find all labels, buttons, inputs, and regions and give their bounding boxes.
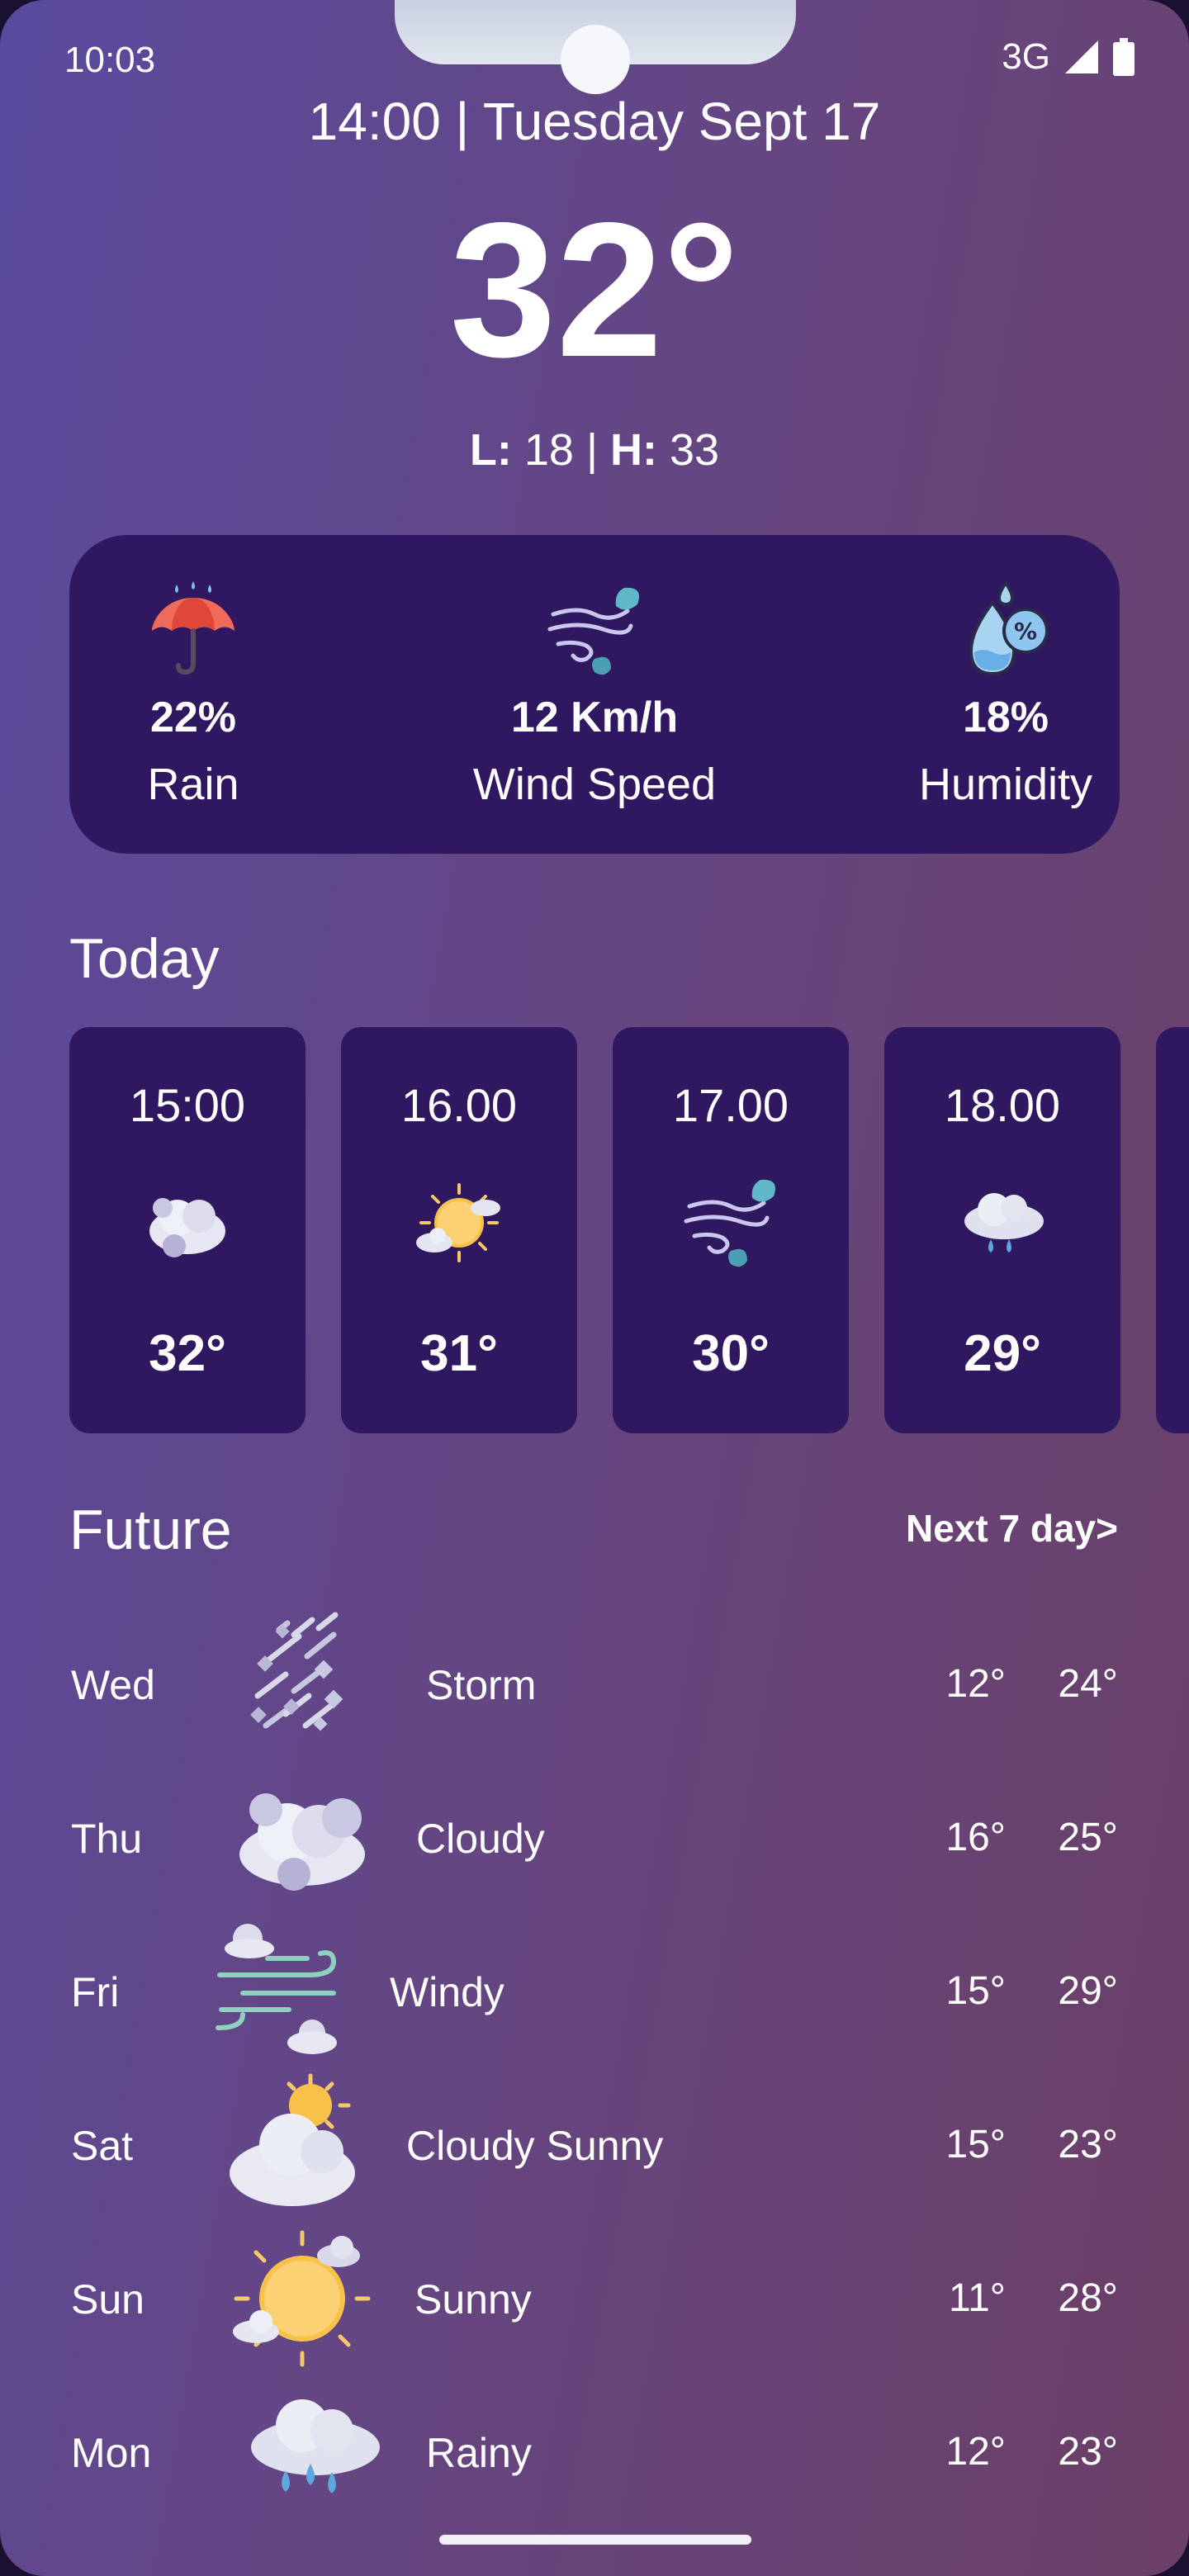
- hour-card[interactable]: 16.00 31°: [341, 1027, 577, 1433]
- rain-label: Rain: [147, 760, 239, 809]
- forecast-row[interactable]: Thu Cloudy 16° 25°: [0, 1764, 1189, 1912]
- hour-temp: 32°: [149, 1325, 226, 1382]
- home-indicator[interactable]: [439, 2535, 751, 2545]
- current-temperature: 32°: [449, 183, 740, 397]
- forecast-high: 24°: [1058, 1662, 1118, 1706]
- sunny-cloud-icon: [416, 1183, 500, 1262]
- rain-cloud-icon: [964, 1193, 1044, 1252]
- high-label: H:: [610, 425, 657, 475]
- forecast-day: Mon: [71, 2430, 152, 2476]
- forecast-low: 12°: [945, 2430, 1006, 2474]
- storm-icon: [250, 1612, 343, 1731]
- hour-card[interactable]: 17.00 30°: [613, 1027, 849, 1433]
- stat-rain: 22% Rain: [45, 535, 342, 810]
- sunny-icon: [233, 2230, 371, 2367]
- forecast-high: 23°: [1058, 2430, 1118, 2474]
- forecast-low: 11°: [948, 2276, 1006, 2320]
- forecast-low: 16°: [945, 1816, 1006, 1859]
- forecast-row[interactable]: Fri Windy 15° 29°: [0, 1917, 1189, 2066]
- status-right: 3G: [1002, 36, 1135, 78]
- forecast-condition: Cloudy Sunny: [406, 2123, 664, 2169]
- forecast-day: Wed: [71, 1662, 155, 1708]
- hour-card[interactable]: 18.00 29°: [884, 1027, 1120, 1433]
- hour-card[interactable]: 15:00 32°: [69, 1027, 306, 1433]
- hour-temp: 30°: [692, 1325, 770, 1382]
- forecast-high: 23°: [1058, 2123, 1118, 2166]
- forecast-day: Fri: [71, 1969, 120, 2015]
- low-label: L:: [469, 425, 512, 475]
- forecast-high: 28°: [1058, 2276, 1118, 2320]
- separator: |: [585, 425, 598, 475]
- hour-temp: 31°: [420, 1325, 498, 1382]
- humidity-value: 18%: [962, 694, 1049, 741]
- low-high: L: 18 | H: 33: [0, 424, 1189, 476]
- next-7-days-link[interactable]: Next 7 day>: [906, 1506, 1118, 1551]
- hour-time: 16.00: [400, 1079, 518, 1131]
- rainy-icon: [251, 2399, 380, 2493]
- status-time: 10:03: [64, 40, 156, 80]
- wind-value: 12 Km/h: [510, 694, 679, 741]
- forecast-row[interactable]: Sat Cloudy Sunny 15° 23°: [0, 2071, 1189, 2219]
- humidity-label: Humidity: [918, 760, 1093, 809]
- hour-time: 15:00: [129, 1079, 246, 1131]
- hour-card-partial[interactable]: [1156, 1027, 1189, 1433]
- wind-label: Wind Speed: [472, 760, 717, 809]
- wind-icon: [684, 1179, 775, 1267]
- hour-time: 18.00: [944, 1079, 1061, 1131]
- stats-card: 22% Rain 12 Km/h Wind Speed % 18% Humidi…: [69, 535, 1120, 854]
- future-title: Future: [69, 1499, 232, 1561]
- forecast-day: Thu: [71, 1816, 143, 1862]
- forecast-low: 15°: [945, 1969, 1006, 2013]
- humidity-icon: %: [969, 580, 1049, 676]
- wind-icon: [547, 587, 639, 675]
- forecast-condition: Cloudy: [416, 1816, 545, 1862]
- forecast-low: 15°: [945, 2123, 1006, 2166]
- cloudy-icon: [149, 1198, 225, 1257]
- forecast-row[interactable]: Mon Rainy 12° 23°: [0, 2378, 1189, 2526]
- forecast-condition: Storm: [426, 1662, 537, 1708]
- forecast-condition: Rainy: [426, 2430, 532, 2476]
- hour-temp: 29°: [964, 1325, 1041, 1382]
- forecast-low: 12°: [945, 1662, 1006, 1706]
- date-time: 14:00 | Tuesday Sept 17: [308, 92, 881, 151]
- forecast-condition: Windy: [390, 1969, 504, 2015]
- cloudy-icon: [239, 1793, 365, 1891]
- rain-value: 22%: [149, 694, 237, 741]
- windy-icon: [216, 1924, 337, 2054]
- battery-icon: [1113, 38, 1135, 76]
- hour-time: 17.00: [672, 1079, 789, 1131]
- high-value: 33: [670, 425, 720, 475]
- weather-screen: 10:03 3G 14:00 | Tuesday Sept 17 32° L: …: [0, 0, 1189, 2576]
- umbrella-icon: [152, 581, 234, 675]
- forecast-row[interactable]: Wed Storm 12° 24°: [0, 1610, 1189, 1759]
- low-value: 18: [523, 425, 574, 475]
- signal-icon: [1065, 40, 1098, 73]
- forecast-row[interactable]: Sun Sunny 11° 28°: [0, 2224, 1189, 2373]
- forecast-condition: Sunny: [414, 2276, 532, 2323]
- forecast-day: Sun: [71, 2276, 144, 2323]
- cloudy-sunny-icon: [230, 2073, 355, 2206]
- stat-wind: 12 Km/h Wind Speed: [446, 535, 743, 810]
- stat-humidity: % 18% Humidity: [857, 535, 1154, 810]
- forecast-high: 29°: [1058, 1969, 1118, 2013]
- today-title: Today: [69, 927, 220, 990]
- svg-text:%: %: [1014, 618, 1037, 645]
- network-label: 3G: [1002, 36, 1050, 77]
- forecast-day: Sat: [71, 2123, 134, 2169]
- camera-cutout: [561, 25, 630, 94]
- forecast-high: 25°: [1058, 1816, 1118, 1859]
